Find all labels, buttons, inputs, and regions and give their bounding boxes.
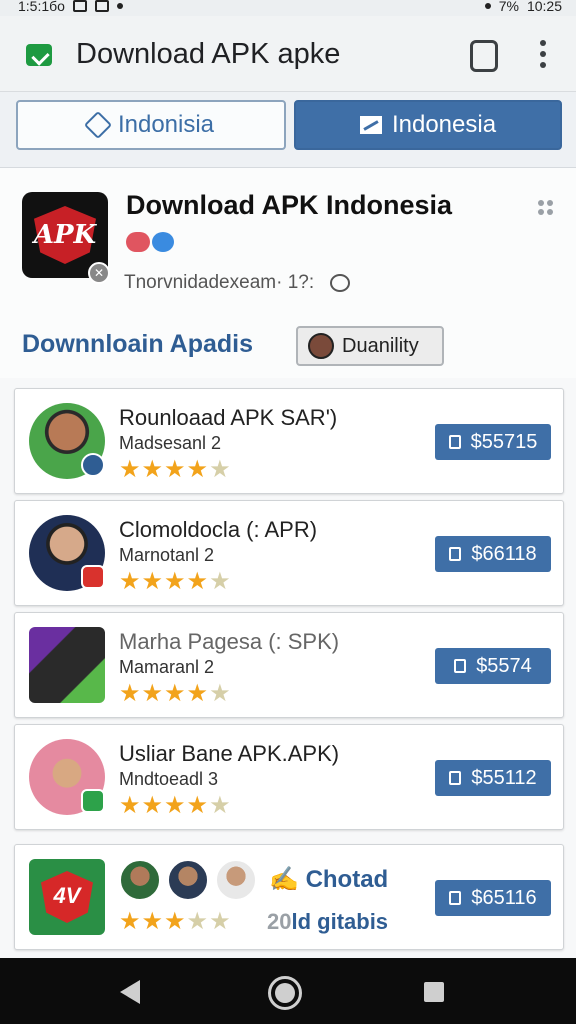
lock-icon (454, 659, 467, 673)
language-button-indonisia[interactable]: Indonisia (16, 100, 286, 150)
recent-apps-icon[interactable] (424, 982, 444, 1002)
chotad-link[interactable]: ✍ Chotad (269, 865, 388, 894)
item-subtitle: Mndtoeadl 3 (119, 769, 219, 789)
social-badges (126, 232, 174, 252)
avatar (215, 859, 257, 901)
price-button[interactable]: $55112 (435, 760, 551, 796)
4v-logo-text: 4V (53, 883, 81, 908)
home-download-icon[interactable] (26, 44, 52, 66)
item-title: Usliar Bane APK.APK) (119, 741, 340, 766)
item-subtitle: Marnotanl 2 (119, 545, 215, 565)
rating-stars: ★★★★★ (119, 680, 232, 707)
item-title: Marha Pagesa (: SPK) (119, 629, 340, 654)
phone-image (29, 627, 105, 703)
language-button-indonesia[interactable]: Indonesia (294, 100, 562, 150)
red-badge-icon (81, 565, 105, 589)
language-label-left: Indonisia (117, 111, 215, 138)
notification-dot-icon (116, 3, 123, 9)
item-subtitle: Madsesanl 2 (119, 433, 222, 453)
price-button[interactable]: $5574 (435, 648, 551, 684)
grid-dots-icon[interactable] (538, 200, 554, 216)
quality-button[interactable]: Duanility (296, 326, 444, 366)
section-title: Downnloain Apadis (22, 330, 254, 358)
price-button[interactable]: $66118 (435, 536, 551, 572)
lock-icon (449, 547, 462, 561)
quality-label: Duanility (342, 334, 419, 357)
language-label-right: Indonesia (391, 111, 497, 138)
avatar (308, 333, 334, 359)
check-badge-icon (81, 789, 105, 813)
status-time-left: 1:5:1бо (18, 0, 65, 14)
system-navigation-bar (0, 958, 576, 1024)
page-title: Download APK Indonesia (126, 190, 453, 220)
price-label: $55715 (470, 430, 538, 453)
home-icon[interactable] (268, 976, 302, 1010)
app-title: Download APK apke (76, 38, 341, 70)
item-subtitle: Mamaranl 2 (119, 657, 215, 677)
app-bar: Download APK apke (0, 16, 576, 92)
apk-logo-text: APK (33, 220, 97, 250)
lock-icon (449, 891, 462, 905)
lock-icon (449, 771, 462, 785)
back-icon[interactable] (120, 980, 140, 1004)
download-status-icon (72, 0, 87, 12)
item-title: Rounloaad APK SAR') (119, 405, 338, 430)
blue-badge-icon (152, 232, 174, 252)
pin-icon (83, 110, 113, 140)
avatar (167, 859, 209, 901)
list-item[interactable]: Marha Pagesa (: SPK) Mamaranl 2 ★★★★★ $5… (14, 612, 564, 718)
item-title: Clomoldocla (: APR) (119, 517, 318, 542)
rating-stars: ★★★★★ (119, 792, 232, 819)
close-badge-icon: ✕ (88, 262, 110, 284)
rating-stars: ★★★★★ (119, 456, 232, 483)
price-label: $5574 (476, 654, 532, 677)
4v-logo: 4V (29, 859, 105, 935)
price-button[interactable]: $65116 (435, 880, 551, 916)
avatar (119, 859, 161, 901)
list-item[interactable]: Rounloaad APK SAR') Madsesanl 2 ★★★★★ $5… (14, 388, 564, 494)
wifi-icon (484, 3, 491, 9)
list-item[interactable]: 4V ✍ Chotad 20ld gitabis ★★★★★ $65116 (14, 844, 564, 950)
app-header-section: APK ✕ Download APK Indonesia Tnorvnidade… (0, 168, 576, 378)
tabs-icon[interactable] (470, 40, 498, 72)
price-button[interactable]: $55715 (435, 424, 551, 460)
more-menu-icon[interactable] (536, 40, 550, 70)
language-row: Indonisia Indonesia (0, 92, 576, 168)
chat-icon[interactable] (330, 274, 350, 292)
list-item[interactable]: Clomoldocla (: APR) Marnotanl 2 ★★★★★ $6… (14, 500, 564, 606)
flag-icon (359, 116, 382, 134)
image-status-icon (94, 0, 109, 12)
rating-stars: ★★★★★ (119, 568, 232, 595)
app-subtitle: Tnorvnidadexeam· 1?: (124, 272, 315, 293)
status-time-right: 10:25 (526, 0, 562, 14)
contributor-avatars (119, 859, 257, 901)
price-label: $66118 (471, 542, 537, 565)
red-badge-icon (126, 232, 150, 252)
status-bar: 1:5:1бо 7% 10:25 (0, 0, 576, 16)
lock-icon (448, 435, 461, 449)
price-label: $65116 (471, 886, 537, 909)
battery-percent: 7% (498, 0, 519, 14)
gitabis-count: 20ld gitabis (267, 909, 389, 934)
rating-stars: ★★★★★ (119, 908, 232, 935)
list-item[interactable]: Usliar Bane APK.APK) Mndtoeadl 3 ★★★★★ $… (14, 724, 564, 830)
price-label: $55112 (471, 766, 537, 789)
share-badge-icon (81, 453, 105, 477)
